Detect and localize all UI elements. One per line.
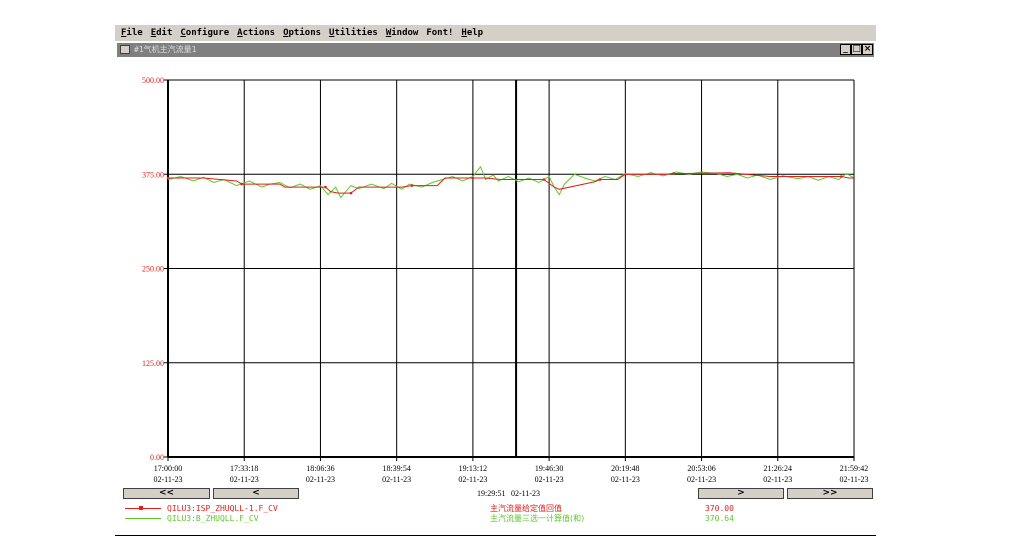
menu-label: ctions (242, 28, 276, 38)
legend-description: 主汽流量三选一计算值(和) (490, 514, 585, 523)
close-button[interactable]: × (862, 44, 873, 55)
series-marker (839, 175, 843, 178)
series-marker (471, 176, 475, 180)
menu-label: indow (391, 28, 419, 38)
series-marker (166, 176, 170, 180)
x-tick-date-label: 02-11-23 (306, 475, 335, 484)
x-tick-time-label: 20:19:48 (611, 464, 639, 473)
legend-swatch-line (125, 518, 161, 519)
menu-label: elp (466, 28, 484, 38)
legend-marker (139, 506, 143, 510)
series-line-setpoint (168, 172, 854, 194)
cursor-time-readout: 19:29:51 (477, 489, 506, 498)
legend-row[interactable]: QILU3:B_ZHUQLL.F_CV 主汽流量三选一计算值(和) 370.64 (125, 514, 825, 524)
menu-item-configure[interactable]: Configure (176, 25, 233, 41)
child-window-titlebar[interactable]: #1气机主汽流量1 _ □ × (117, 43, 874, 57)
menu-label: ile (126, 28, 143, 38)
restore-button[interactable]: □ (851, 44, 862, 55)
x-tick-time-label: 17:33:18 (230, 464, 258, 473)
trend-chart[interactable]: 17:00:00 02-11-23 17:33:18 02-11-23 18:06:36… (115, 58, 876, 536)
menu-label: dit (156, 28, 173, 38)
menu-item-font[interactable]: Font! (422, 25, 457, 41)
series-marker (240, 182, 243, 186)
x-tick-date-label: 02-11-23 (611, 475, 640, 484)
window-icon[interactable] (120, 45, 130, 54)
y-tick-label: 500.00 (142, 76, 164, 85)
window-bottom-border (115, 535, 876, 536)
cursor-date-readout: 02-11-23 (511, 489, 541, 498)
x-tick-time-label: 19:13:12 (459, 464, 487, 473)
y-tick-label: 125.00 (142, 359, 164, 368)
legend-row[interactable]: QILU3:ISP_ZHUQLL-1.F_CV 主汽流量给定值回值 370.00 (125, 504, 825, 514)
legend-tag: QILU3:ISP_ZHUQLL-1.F_CV (167, 504, 278, 513)
menu-item-utilities[interactable]: Utilities (325, 25, 382, 41)
minimize-button[interactable]: _ (840, 44, 851, 55)
menu-label: onfigure (185, 28, 230, 38)
scroll-back-button[interactable]: < (213, 488, 299, 499)
x-tick-date-label: 02-11-23 (763, 475, 792, 484)
legend-value: 370.64 (705, 514, 734, 523)
series-marker (598, 178, 602, 181)
menu-label: tilities (334, 28, 378, 38)
x-tick-time-label: 21:59:42 (840, 464, 868, 473)
menu-item-file[interactable]: File (115, 25, 147, 41)
scroll-last-button[interactable]: >> (787, 488, 873, 499)
trend-chart-area: 17:00:00 02-11-23 17:33:18 02-11-23 18:06:36… (115, 58, 876, 536)
x-tick-time-label: 18:39:54 (382, 464, 410, 473)
legend-value: 370.00 (705, 504, 734, 513)
scroll-first-button[interactable]: << (123, 488, 210, 499)
x-tick-time-label: 19:46:30 (535, 464, 563, 473)
x-tick-date-label: 02-11-23 (839, 475, 868, 484)
menu-item-edit[interactable]: Edit (147, 25, 177, 41)
menu-item-help[interactable]: Help (457, 25, 487, 41)
menu-bar: File Edit Configure Actions Options Utilities… (115, 25, 876, 41)
menu-item-window[interactable]: Window (382, 25, 423, 41)
x-tick-date-label: 02-11-23 (153, 475, 182, 484)
menu-item-options[interactable]: Options (279, 25, 325, 41)
y-tick-label: 250.00 (142, 265, 164, 274)
menu-label: ptions (288, 28, 322, 38)
x-tick-date-label: 02-11-23 (230, 475, 259, 484)
y-tick-label: 375.00 (142, 170, 164, 179)
x-tick-time-label: 21:26:24 (764, 464, 792, 473)
series-marker (324, 185, 327, 189)
x-tick-date-label: 02-11-23 (382, 475, 411, 484)
x-tick-date-label: 02-11-23 (687, 475, 716, 484)
series-line-calculated (167, 165, 855, 199)
trend-application-window: File Edit Configure Actions Options Utilities… (115, 25, 876, 537)
x-tick-date-label: 02-11-23 (458, 475, 487, 484)
legend-swatch-line (125, 508, 161, 509)
x-tick-time-label: 18:06:36 (306, 464, 334, 473)
legend-description: 主汽流量给定值回值 (490, 504, 562, 513)
legend-tag: QILU3:B_ZHUQLL.F_CV (167, 514, 259, 523)
x-tick-time-label: 20:53:06 (687, 464, 715, 473)
series-marker (410, 184, 414, 187)
window-title: #1气机主汽流量1 (134, 45, 197, 54)
x-tick-date-label: 02-11-23 (535, 475, 564, 484)
series-marker (542, 178, 546, 181)
menu-item-actions[interactable]: Actions (233, 25, 279, 41)
series-marker (672, 172, 675, 175)
series-marker (349, 191, 353, 195)
menu-label: Font! (426, 28, 454, 38)
scroll-forward-button[interactable]: > (698, 488, 784, 499)
x-tick-time-label: 17:00:00 (154, 464, 182, 473)
y-tick-label: 0.00 (150, 453, 164, 462)
